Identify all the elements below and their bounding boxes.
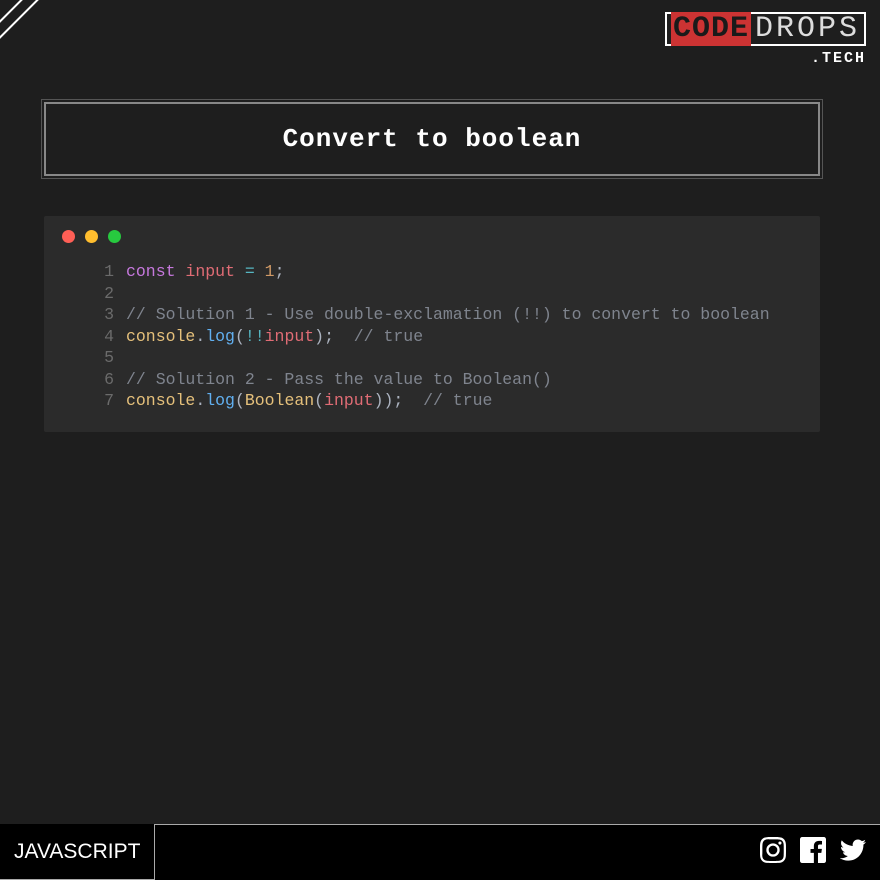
decorative-diagonal-lines — [0, 0, 100, 100]
code-body: 1const input = 1;23// Solution 1 - Use d… — [44, 257, 820, 412]
code-line: 4console.log(!!input); // true — [44, 326, 820, 348]
code-text: const input = 1; — [126, 261, 284, 283]
brand-sub: .TECH — [665, 50, 866, 67]
code-line: 7console.log(Boolean(input)); // true — [44, 390, 820, 412]
footer-spacer — [155, 824, 760, 880]
title-container: Convert to boolean — [44, 102, 820, 176]
twitter-icon[interactable] — [840, 837, 866, 868]
code-line: 3// Solution 1 - Use double-exclamation … — [44, 304, 820, 326]
close-icon — [62, 230, 75, 243]
code-text: // Solution 1 - Use double-exclamation (… — [126, 304, 770, 326]
line-number: 6 — [44, 369, 126, 391]
code-line: 6// Solution 2 - Pass the value to Boole… — [44, 369, 820, 391]
line-number: 1 — [44, 261, 126, 283]
line-number: 3 — [44, 304, 126, 326]
brand-logo-main: CODEDROPS — [665, 12, 866, 46]
code-line: 1const input = 1; — [44, 261, 820, 283]
code-editor: 1const input = 1;23// Solution 1 - Use d… — [44, 216, 820, 432]
code-text: console.log(!!input); // true — [126, 326, 423, 348]
maximize-icon — [108, 230, 121, 243]
line-number: 4 — [44, 326, 126, 348]
window-traffic-lights — [44, 216, 820, 257]
brand-logo: CODEDROPS .TECH — [665, 12, 866, 67]
instagram-icon[interactable] — [760, 837, 786, 868]
page-title: Convert to boolean — [56, 124, 808, 154]
code-line: 2 — [44, 283, 820, 305]
brand-code: CODE — [671, 12, 751, 46]
social-links — [760, 824, 880, 880]
line-number: 2 — [44, 283, 126, 305]
code-text: console.log(Boolean(input)); // true — [126, 390, 492, 412]
line-number: 7 — [44, 390, 126, 412]
facebook-icon[interactable] — [800, 837, 826, 868]
minimize-icon — [85, 230, 98, 243]
language-tag: JAVASCRIPT — [0, 824, 155, 880]
code-line: 5 — [44, 347, 820, 369]
brand-drops: DROPS — [751, 12, 860, 46]
line-number: 5 — [44, 347, 126, 369]
footer: JAVASCRIPT — [0, 824, 880, 880]
code-text: // Solution 2 - Pass the value to Boolea… — [126, 369, 552, 391]
